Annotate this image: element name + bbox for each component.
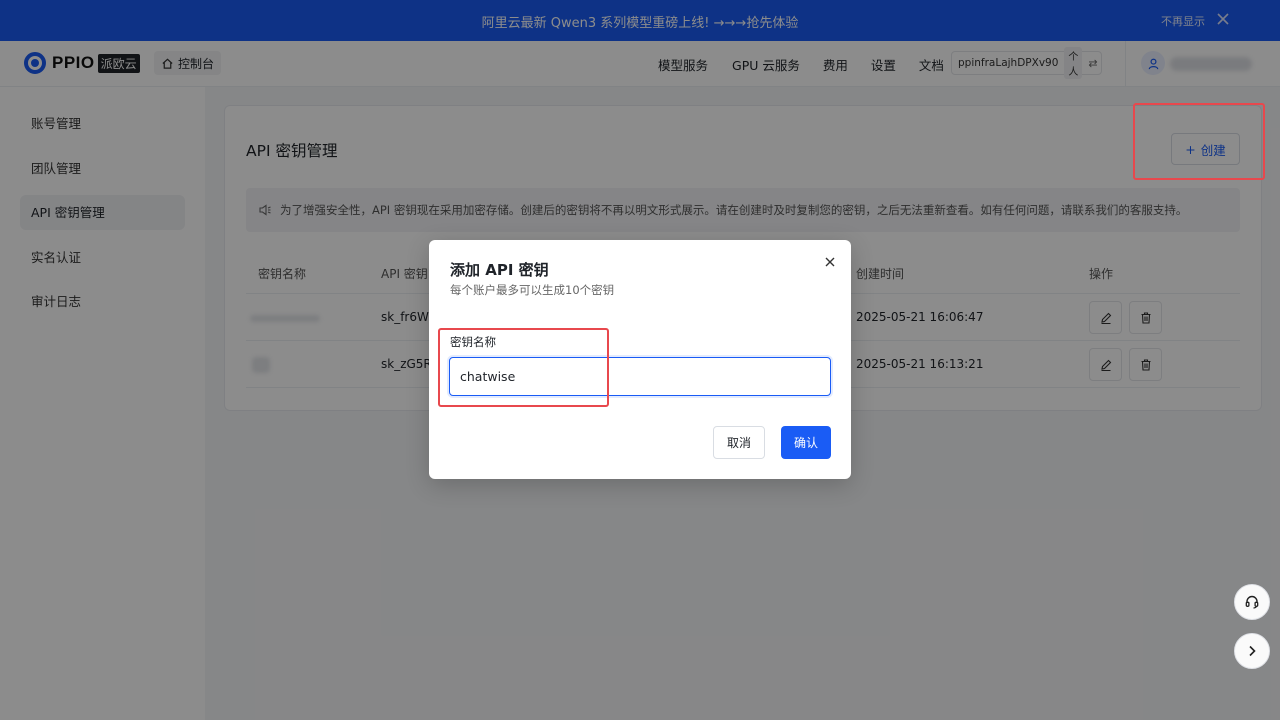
close-icon[interactable] [823, 254, 837, 268]
expand-button[interactable] [1234, 633, 1270, 669]
highlight-key-name-field [438, 328, 609, 407]
headset-icon [1245, 595, 1259, 609]
dialog-subtitle: 每个账户最多可以生成10个密钥 [450, 283, 615, 297]
support-button[interactable] [1234, 584, 1270, 620]
cancel-button[interactable]: 取消 [713, 426, 765, 459]
confirm-button[interactable]: 确认 [781, 426, 831, 459]
chevron-right-icon [1249, 645, 1256, 657]
highlight-create-button [1133, 103, 1265, 180]
dialog-title: 添加 API 密钥 [450, 261, 549, 279]
